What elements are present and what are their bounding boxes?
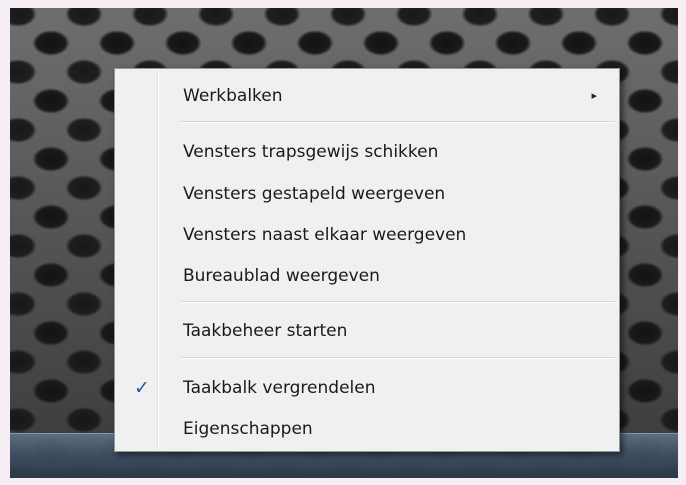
menu-item-label: Bureaublad weergeven — [183, 266, 380, 286]
menu-item-werkbalken[interactable]: Werkbalken ▸ — [117, 81, 617, 111]
menu-separator — [181, 301, 615, 303]
menu-item-show-desktop[interactable]: Bureaublad weergeven — [117, 261, 617, 291]
menu-item-stack-windows[interactable]: Vensters gestapeld weergeven — [117, 179, 617, 209]
menu-separator — [181, 121, 615, 123]
menu-item-label: Taakbalk vergrendelen — [183, 378, 376, 398]
menu-item-properties[interactable]: Eigenschappen — [117, 414, 617, 444]
menu-item-task-manager[interactable]: Taakbeheer starten — [117, 316, 617, 346]
menu-item-label: Werkbalken — [183, 86, 283, 106]
menu-item-cascade-windows[interactable]: Vensters trapsgewijs schikken — [117, 137, 617, 167]
desktop-background: Werkbalken ▸ Vensters trapsgewijs schikk… — [10, 8, 678, 478]
chevron-right-icon: ▸ — [591, 89, 597, 102]
menu-item-side-by-side-windows[interactable]: Vensters naast elkaar weergeven — [117, 220, 617, 250]
menu-item-label: Vensters gestapeld weergeven — [183, 184, 446, 204]
menu-item-label: Vensters trapsgewijs schikken — [183, 142, 439, 162]
menu-item-label: Taakbeheer starten — [183, 321, 348, 341]
checkmark-icon: ✓ — [134, 377, 150, 399]
taskbar-context-menu: Werkbalken ▸ Vensters trapsgewijs schikk… — [114, 68, 620, 452]
menu-item-lock-taskbar[interactable]: ✓ Taakbalk vergrendelen — [117, 373, 617, 403]
menu-separator — [181, 357, 615, 359]
menu-item-label: Eigenschappen — [183, 419, 313, 439]
menu-item-label: Vensters naast elkaar weergeven — [183, 225, 467, 245]
